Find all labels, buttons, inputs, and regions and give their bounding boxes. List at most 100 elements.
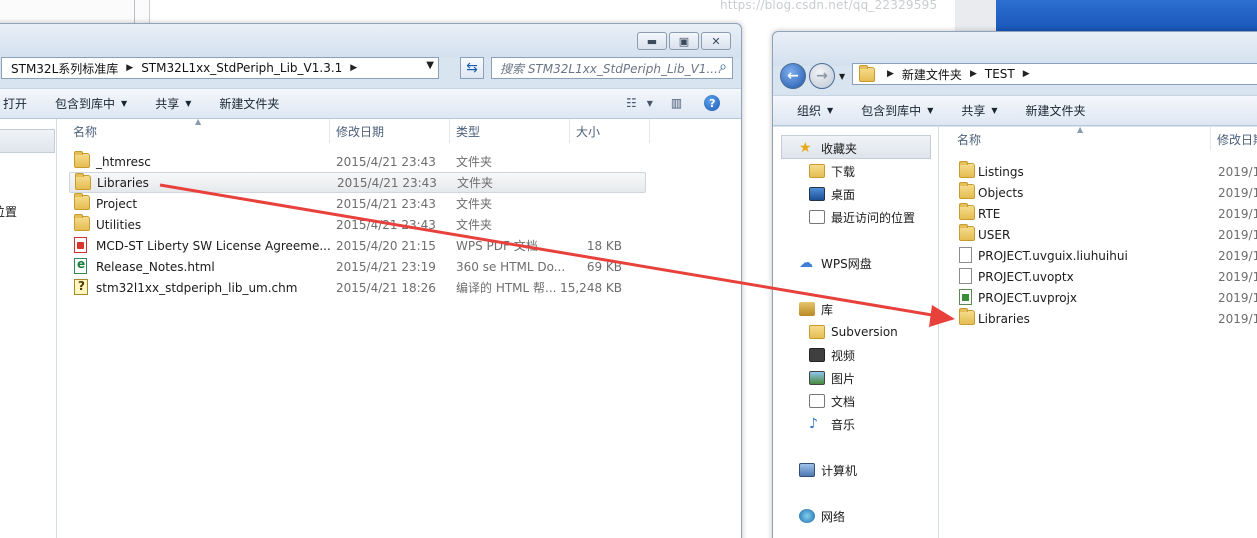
nav-item-desktop[interactable]: 桌面 <box>809 184 855 204</box>
breadcrumb-item[interactable]: STM32L系列标准库 <box>11 60 118 77</box>
include-library-button[interactable]: 包含到库中 ▼ <box>55 95 127 112</box>
maximize-button[interactable]: ▣ <box>669 32 699 50</box>
chevron-right-icon[interactable]: ▶ <box>887 69 894 79</box>
breadcrumb-item[interactable]: 新建文件夹 <box>902 66 962 83</box>
share-button[interactable]: 共享 ▼ <box>155 95 191 112</box>
file-type: 文件夹 <box>456 155 493 169</box>
column-header-type[interactable]: 类型 <box>450 119 570 143</box>
share-label: 共享 <box>155 97 180 111</box>
share-label: 共享 <box>961 104 986 118</box>
address-bar[interactable]: ▶ 新建文件夹 ▶ TEST ▶ <box>852 63 1257 85</box>
view-options-icon[interactable]: ☷ <box>626 96 637 110</box>
title-bar[interactable] <box>0 24 741 58</box>
table-row[interactable]: Release_Notes.html2015/4/21 23:19360 se … <box>69 256 646 277</box>
column-header-date[interactable]: 修改日期 <box>1211 127 1257 151</box>
file-date: 2015/4/20 21:15 <box>336 238 436 253</box>
table-row[interactable]: _htmresc 2015/4/21 23:43 文件夹 <box>69 151 646 172</box>
preview-pane-icon[interactable]: ▥ <box>671 96 682 110</box>
nav-item-recent[interactable]: 最近访问的位置 <box>809 207 915 227</box>
table-row[interactable]: Objects 2019/1 <box>953 182 1257 203</box>
open-button[interactable]: 打开 <box>3 95 27 112</box>
nav-item-computer[interactable]: 计算机 <box>799 460 857 480</box>
chevron-right-icon[interactable]: ▶ <box>1023 69 1030 79</box>
file-type: 文件夹 <box>457 176 494 190</box>
column-header-name[interactable]: 名称 ▲ <box>67 117 330 143</box>
nav-item-libraries[interactable]: 库 <box>799 299 833 319</box>
column-type-label: 类型 <box>456 124 481 139</box>
file-type: WPS PDF 文档 <box>456 239 538 253</box>
file-date: 2019/1 <box>1218 290 1257 305</box>
table-row[interactable]: PROJECT.uvoptx 2019/1 <box>953 266 1257 287</box>
nav-item-downloads[interactable]: 下载 <box>809 161 855 181</box>
organize-button[interactable]: 组织 ▼ <box>797 102 833 119</box>
view-controls: ☷ ▼ ▥ ? <box>612 95 721 111</box>
close-button[interactable]: ✕ <box>701 32 731 50</box>
table-row[interactable]: RTE 2019/1 <box>953 203 1257 224</box>
view-dropdown-icon[interactable]: ▼ <box>647 99 653 108</box>
column-header-date[interactable]: 修改日期 <box>330 119 450 143</box>
nav-item-favorites[interactable]: ★ 收藏夹 <box>799 138 857 158</box>
column-header-name[interactable]: 名称 ▲ <box>951 125 1211 151</box>
folder-icon <box>959 161 975 178</box>
minimize-button[interactable]: ▬ <box>637 32 667 50</box>
address-bar[interactable]: STM32L系列标准库 ▶ STM32L1xx_StdPeriph_Lib_V1… <box>1 57 439 79</box>
refresh-button[interactable]: ⇆ <box>460 57 484 79</box>
nav-item-network[interactable]: 网络 <box>799 506 845 526</box>
nav-selected-item[interactable] <box>0 129 55 153</box>
nav-item-pictures[interactable]: 图片 <box>809 368 855 388</box>
new-folder-button[interactable]: 新建文件夹 <box>1026 102 1086 119</box>
nav-item-videos[interactable]: 视频 <box>809 345 855 365</box>
back-button[interactable]: ← <box>780 63 806 89</box>
forward-button[interactable]: → <box>809 63 835 89</box>
column-date-label: 修改日期 <box>1217 132 1257 147</box>
table-row[interactable]: MCD-ST Liberty SW License Agreeme... 2015… <box>69 235 646 256</box>
nav-item-music[interactable]: ♪ 音乐 <box>809 414 855 434</box>
table-row[interactable]: PROJECT.uvprojx 2019/1 <box>953 287 1257 308</box>
chevron-right-icon[interactable]: ▶ <box>970 69 977 79</box>
search-input[interactable]: 搜索 STM32L1xx_StdPeriph_Lib_V1.... ⌕ <box>491 57 733 79</box>
search-icon[interactable]: ⌕ <box>719 59 727 75</box>
table-row[interactable]: Libraries 2019/1 <box>953 308 1257 329</box>
file-name: USER <box>978 227 1011 242</box>
html-icon <box>74 257 87 274</box>
file-date: 2019/1 <box>1218 311 1257 326</box>
nav-item-recent-places[interactable]: 的位置 <box>0 203 17 220</box>
nav-label: 音乐 <box>831 417 856 432</box>
title-bar[interactable] <box>773 32 1257 66</box>
breadcrumb-item[interactable]: TEST <box>985 67 1015 81</box>
table-row[interactable]: USER 2019/1 <box>953 224 1257 245</box>
table-row[interactable]: Libraries 2015/4/21 23:43 文件夹 <box>69 172 646 193</box>
column-name-label: 名称 <box>73 124 98 139</box>
chevron-right-icon[interactable]: ▶ <box>350 63 357 73</box>
table-row[interactable]: Project 2015/4/21 23:43 文件夹 <box>69 193 646 214</box>
video-icon <box>809 348 825 362</box>
table-row[interactable]: PROJECT.uvguix.liuhuihui 2019/1 <box>953 245 1257 266</box>
nav-item-subversion[interactable]: Subversion <box>809 322 898 342</box>
library-icon <box>799 302 815 316</box>
table-row[interactable]: Utilities 2015/4/21 23:43 文件夹 <box>69 214 646 235</box>
caret-down-icon: ▼ <box>991 106 998 115</box>
file-name: Libraries <box>978 311 1030 326</box>
share-button[interactable]: 共享 ▼ <box>961 102 997 119</box>
nav-item-documents[interactable]: 文档 <box>809 391 855 411</box>
file-type: 文件夹 <box>456 218 493 232</box>
navigation-pane[interactable]: 的位置 on <box>0 119 57 538</box>
file-date: 2015/4/21 23:43 <box>336 217 436 232</box>
nav-item-wps-cloud[interactable]: ☁ WPS网盘 <box>799 253 872 273</box>
chevron-right-icon[interactable]: ▶ <box>126 63 133 73</box>
column-header-size[interactable]: 大小 <box>570 119 650 143</box>
include-library-button[interactable]: 包含到库中 ▼ <box>861 102 933 119</box>
history-dropdown-icon[interactable]: ▼ <box>839 72 845 81</box>
chevron-down-icon[interactable]: ▼ <box>426 60 434 71</box>
folder-icon <box>959 182 975 199</box>
caret-down-icon: ▼ <box>827 106 834 115</box>
caret-down-icon: ▼ <box>927 106 934 115</box>
include-library-label: 包含到库中 <box>861 104 922 118</box>
table-row[interactable]: Listings 2019/1 <box>953 161 1257 182</box>
table-row[interactable]: stm32l1xx_stdperiph_lib_um.chm 2015/4/21 … <box>69 277 646 298</box>
file-icon <box>959 247 972 263</box>
arrow-left-icon: ← <box>787 68 799 84</box>
new-folder-button[interactable]: 新建文件夹 <box>219 95 279 112</box>
help-icon[interactable]: ? <box>704 95 721 111</box>
breadcrumb-item[interactable]: STM32L1xx_StdPeriph_Lib_V1.3.1 <box>141 61 342 75</box>
